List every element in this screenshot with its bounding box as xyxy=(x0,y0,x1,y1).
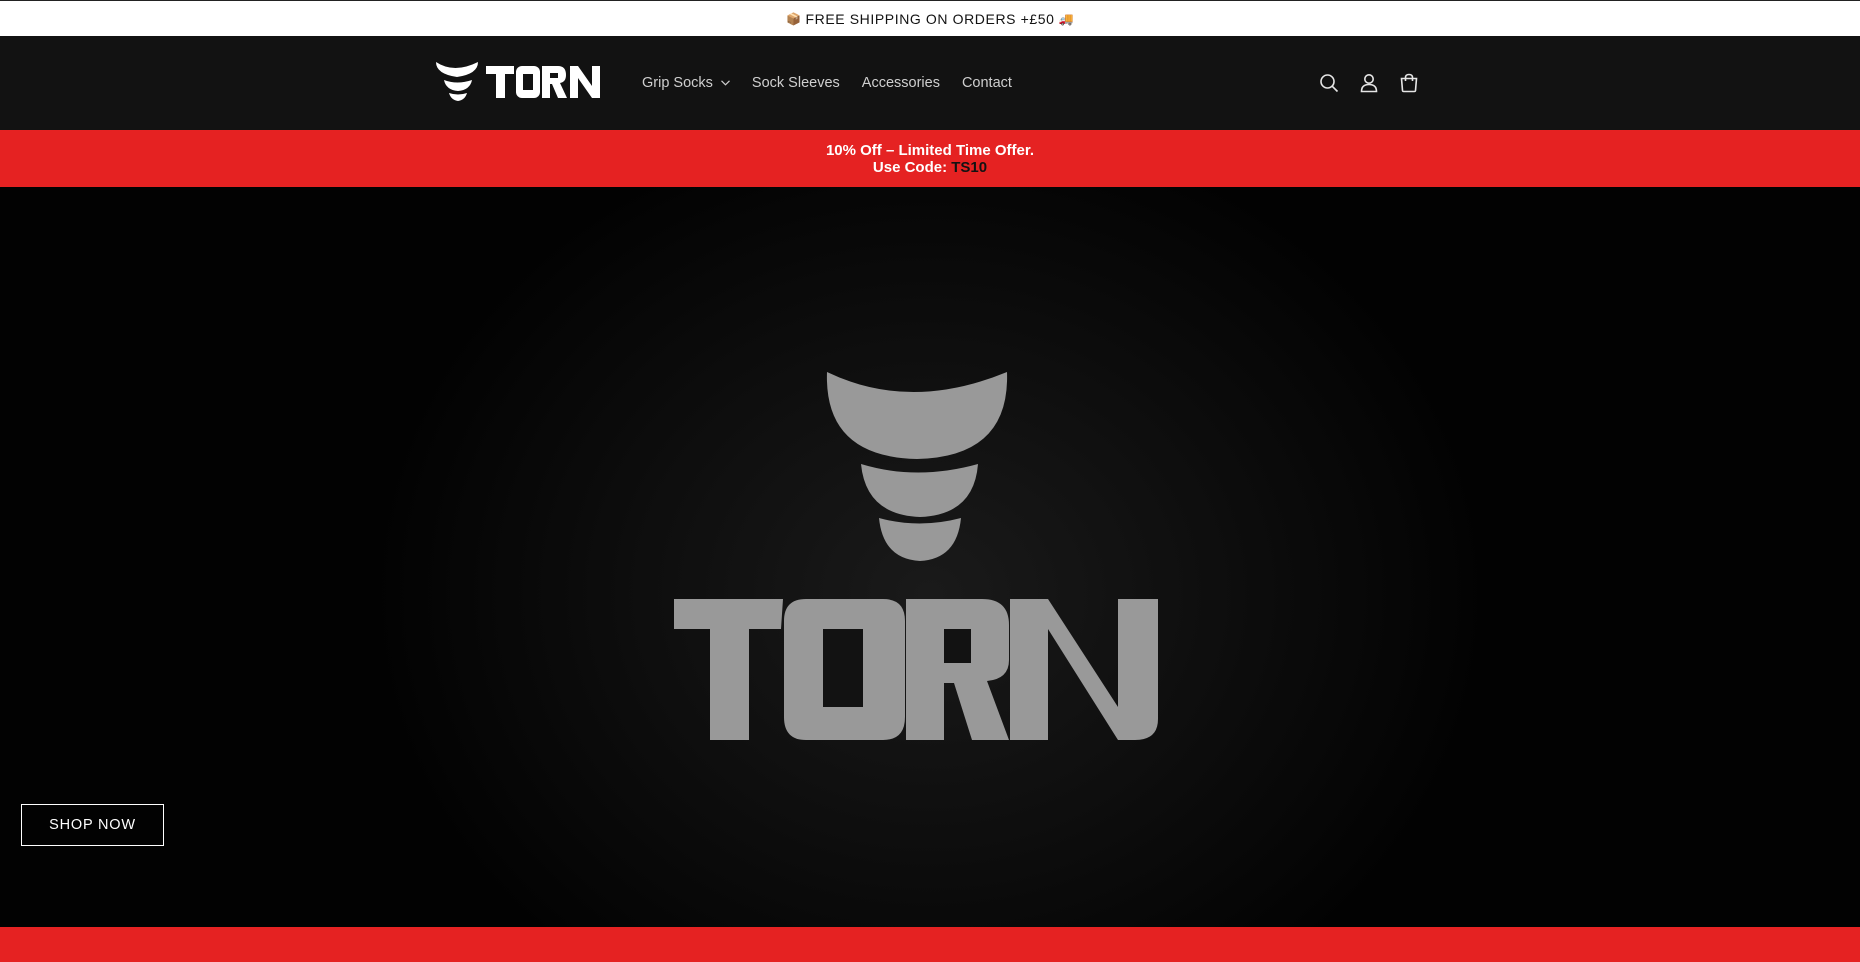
cart-icon[interactable] xyxy=(1398,72,1420,94)
nav-item-label: Grip Socks xyxy=(642,75,713,91)
emblem-top xyxy=(826,372,1008,459)
letter-t xyxy=(674,599,783,740)
shop-now-button[interactable]: SHOP NOW xyxy=(21,804,164,846)
chevron-down-icon xyxy=(720,80,730,86)
announcement-bar: 📦 FREE SHIPPING ON ORDERS +£50 🚚 xyxy=(0,0,1860,36)
nav-item-contact[interactable]: Contact xyxy=(962,75,1012,91)
main-nav: Grip Socks Sock Sleeves Accessories Cont… xyxy=(642,36,1034,130)
header-icons xyxy=(1318,36,1420,130)
hero-torn-logo xyxy=(674,372,1158,740)
torn-logo[interactable] xyxy=(434,58,610,108)
promo-code-prefix: Use Code: xyxy=(872,158,952,176)
site-header: Grip Socks Sock Sleeves Accessories Cont… xyxy=(0,36,1860,130)
nav-item-label: Contact xyxy=(961,75,1012,91)
account-icon[interactable] xyxy=(1358,72,1380,94)
announcement-text: FREE SHIPPING ON ORDERS +£50 xyxy=(805,10,1055,27)
letter-r-hole xyxy=(944,629,971,663)
hero-banner: SHOP NOW xyxy=(0,187,1860,927)
nav-item-accessories[interactable]: Accessories xyxy=(862,75,940,91)
promo-bar: 10% Off – Limited Time Offer. Use Code: … xyxy=(0,130,1860,187)
letter-o-hole xyxy=(823,629,863,707)
search-icon[interactable] xyxy=(1318,72,1340,94)
letter-r xyxy=(906,599,1009,740)
nav-item-sock-sleeves[interactable]: Sock Sleeves xyxy=(752,75,840,91)
letter-n xyxy=(1010,599,1158,740)
nav-item-grip-socks[interactable]: Grip Socks xyxy=(642,75,730,91)
promo-code: TS10 xyxy=(951,158,988,176)
torn-logo-graphic xyxy=(436,62,600,101)
promo-line-1: 10% Off – Limited Time Offer. xyxy=(825,141,1035,159)
nav-item-label: Sock Sleeves xyxy=(751,75,840,91)
package-icon: 📦 xyxy=(785,11,802,26)
bottom-red-strip xyxy=(0,927,1860,962)
truck-icon: 🚚 xyxy=(1058,11,1075,26)
promo-line-2: Use Code: TS10 xyxy=(873,159,987,176)
emblem-bottom xyxy=(879,518,961,561)
emblem-middle xyxy=(861,464,978,517)
nav-item-label: Accessories xyxy=(861,75,940,91)
